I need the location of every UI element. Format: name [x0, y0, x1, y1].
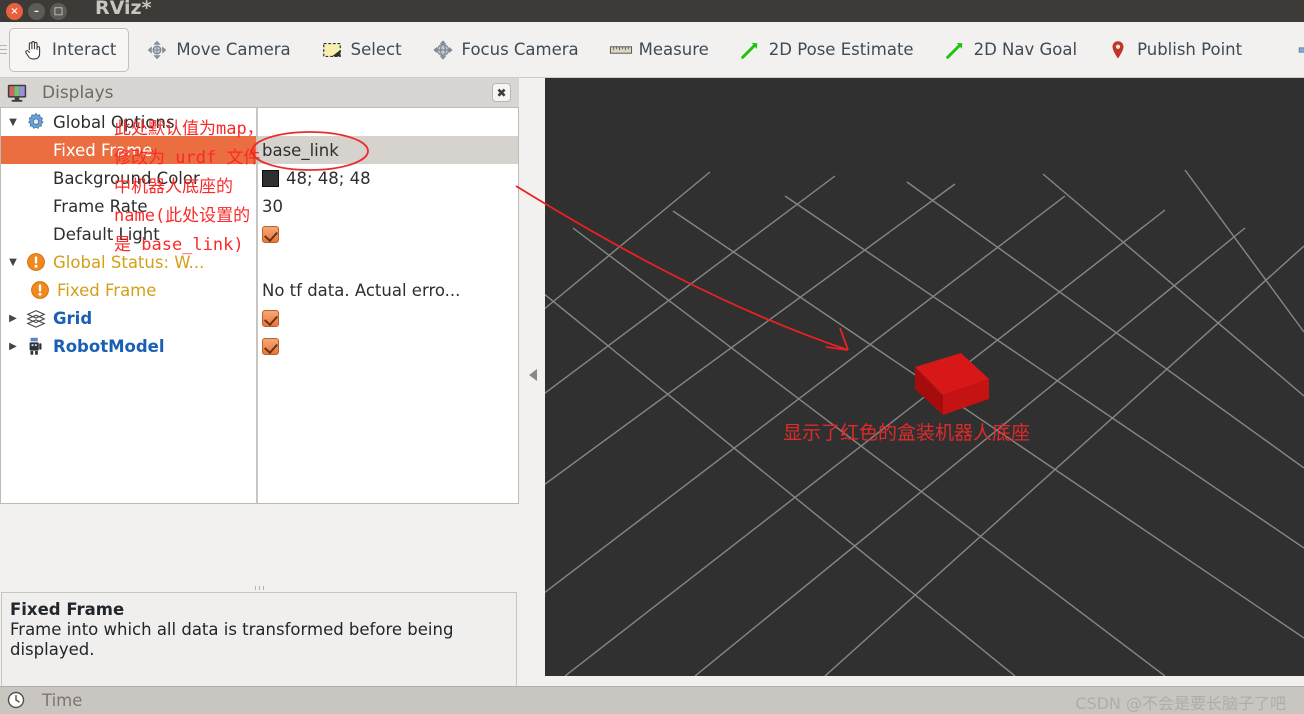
toolbar-item-label: Select — [350, 40, 402, 59]
map-pin-icon — [1107, 39, 1129, 61]
value-row-frame-rate[interactable]: 30 — [258, 192, 518, 220]
toolbar-item-select[interactable]: Select — [308, 28, 415, 72]
ruler-icon — [609, 39, 632, 61]
toolbar-drag-handle[interactable] — [0, 22, 7, 78]
value-row-grid[interactable] — [258, 304, 518, 332]
help-description: Frame into which all data is transformed… — [10, 620, 454, 660]
robot-model-icon — [25, 335, 47, 357]
chevron-right-icon[interactable]: ▶ — [1, 341, 25, 352]
grid-enabled-checkbox[interactable] — [262, 309, 279, 327]
chevron-down-icon[interactable]: ▼ — [1, 117, 25, 128]
value-row-status-fixed-frame: No tf data. Actual erro... — [258, 276, 518, 304]
close-icon: × — [10, 5, 19, 17]
hand-cursor-icon — [22, 39, 44, 61]
clock-icon — [6, 690, 28, 712]
minimize-icon: – — [34, 5, 39, 17]
focus-camera-icon — [432, 39, 454, 61]
displays-tree-value-column: base_link 48; 48; 48 30 No tf data. Actu… — [258, 108, 518, 503]
select-box-icon — [321, 39, 343, 61]
window-close-button[interactable]: × — [6, 2, 23, 20]
dock-collapse-button[interactable] — [527, 360, 539, 390]
toolbar-item-move-camera[interactable]: Move Camera — [133, 28, 303, 72]
displays-panel-header: Displays ✖ — [0, 78, 519, 108]
value-row-global-status — [258, 248, 518, 276]
displays-dock: Displays ✖ ▼ Global Options Fixed Frame … — [0, 78, 519, 714]
csdn-watermark: CSDN @不会是要长脑子了吧 — [1075, 694, 1286, 713]
window-minimize-button[interactable]: – — [28, 2, 45, 20]
toolbar-item-label: 2D Pose Estimate — [768, 40, 914, 59]
annotation-line-2: 修改为 urdf 文件 — [114, 148, 261, 168]
toolbar-item-2d-pose-estimate[interactable]: 2D Pose Estimate — [726, 28, 927, 72]
displays-panel-title: Displays — [42, 82, 114, 103]
maximize-icon: □ — [53, 5, 64, 17]
3d-viewport[interactable]: 显示了红色的盒装机器人底座 — [545, 78, 1304, 676]
tree-row-label: Grid — [53, 308, 93, 328]
displays-tree: ▼ Global Options Fixed Frame Background … — [0, 108, 519, 504]
plus-icon — [1296, 39, 1304, 61]
window-maximize-button[interactable]: □ — [50, 2, 67, 20]
toolbar-item-interact[interactable]: Interact — [9, 27, 130, 72]
window-controls: × – □ — [0, 2, 67, 20]
chevron-right-icon[interactable]: ▶ — [1, 313, 25, 324]
window-title: RViz* — [95, 0, 152, 19]
chevron-left-icon — [529, 369, 537, 381]
chevron-down-icon[interactable]: ▼ — [1, 257, 25, 268]
background-color-value[interactable]: 48; 48; 48 — [286, 169, 371, 188]
main-toolbar: Interact Move Camera Select Focus Camera… — [0, 22, 1304, 78]
robotmodel-enabled-checkbox[interactable] — [262, 337, 279, 355]
tree-row-label: Global Status: W... — [53, 252, 205, 272]
value-row-fixed-frame[interactable]: base_link — [258, 136, 518, 164]
tree-row-status-fixed-frame[interactable]: Fixed Frame — [1, 276, 256, 304]
tree-row-label: Fixed Frame — [57, 280, 157, 300]
toolbar-item-publish-point[interactable]: Publish Point — [1094, 28, 1255, 72]
status-message: No tf data. Actual erro... — [262, 280, 461, 300]
color-swatch[interactable] — [262, 169, 279, 187]
green-arrow-icon — [944, 39, 966, 61]
toolbar-item-label: Measure — [638, 40, 709, 59]
move-camera-icon — [146, 39, 168, 61]
window-titlebar: × – □ RViz* — [0, 0, 1304, 22]
fixed-frame-value[interactable]: base_link — [262, 141, 339, 160]
default-light-checkbox[interactable] — [262, 225, 279, 243]
toolbar-item-focus-camera[interactable]: Focus Camera — [419, 28, 592, 72]
value-row-global-options — [258, 108, 518, 136]
frame-rate-value[interactable]: 30 — [262, 197, 283, 216]
displays-monitor-icon — [6, 82, 28, 104]
gear-icon — [25, 111, 47, 133]
value-row-background-color[interactable]: 48; 48; 48 — [258, 164, 518, 192]
annotation-line-4: name(此处设置的 — [114, 206, 251, 226]
warning-icon — [29, 279, 51, 301]
toolbar-add-tool-button[interactable] — [1283, 28, 1304, 72]
value-row-robotmodel[interactable] — [258, 332, 518, 360]
value-row-default-light[interactable] — [258, 220, 518, 248]
toolbar-item-measure[interactable]: Measure — [596, 28, 722, 72]
tree-row-robotmodel[interactable]: ▶ RobotModel — [1, 332, 256, 360]
toolbar-item-label: Focus Camera — [461, 40, 579, 59]
toolbar-item-label: Move Camera — [176, 40, 291, 59]
help-title: Fixed Frame — [10, 600, 125, 619]
time-label: Time — [42, 691, 83, 710]
rviz-window: × – □ RViz* Interact Move Camera Select … — [0, 0, 1304, 714]
toolbar-item-label: Publish Point — [1137, 40, 1243, 59]
close-icon[interactable]: ✖ — [492, 83, 511, 102]
green-arrow-icon — [739, 39, 761, 61]
toolbar-item-2d-nav-goal[interactable]: 2D Nav Goal — [931, 28, 1091, 72]
annotation-line-5: 是 base_link) — [114, 235, 244, 255]
annotation-line-1: 此处默认值为map， — [114, 119, 264, 139]
grid-icon — [25, 307, 47, 329]
toolbar-item-label: 2D Nav Goal — [973, 40, 1078, 59]
toolbar-item-label: Interact — [52, 40, 117, 59]
annotation-line-3: 中机器人底座的 — [114, 177, 233, 197]
tree-row-label: RobotModel — [53, 336, 165, 356]
tree-row-grid[interactable]: ▶ Grid — [1, 304, 256, 332]
warning-icon — [25, 251, 47, 273]
panel-splitter[interactable] — [0, 583, 519, 592]
viewport-annotation-text: 显示了红色的盒装机器人底座 — [783, 422, 1031, 444]
